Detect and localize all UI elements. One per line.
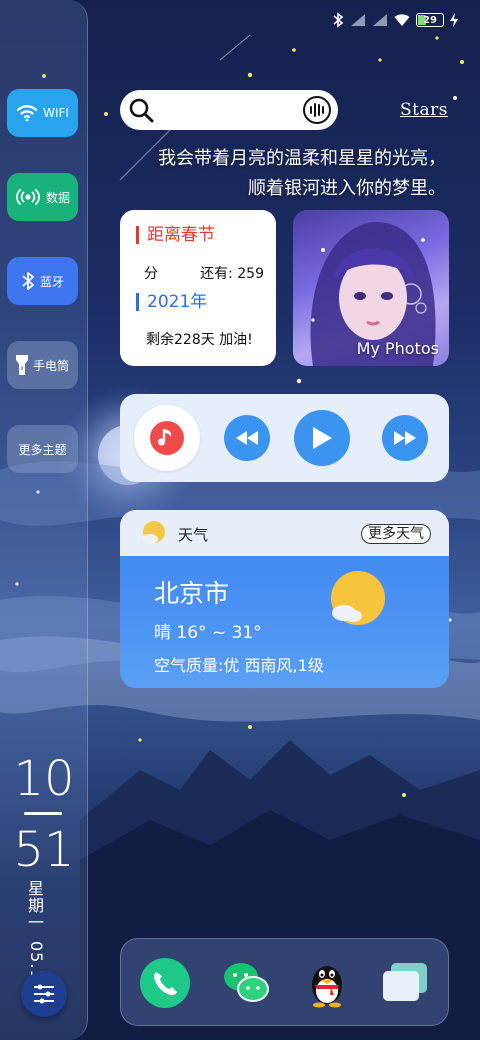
countdown-days-left: 剩余228天 加油! <box>146 332 253 348</box>
status-bar: 29 <box>280 0 480 40</box>
more-themes-label: 更多主题 <box>18 442 67 457</box>
music-app-button[interactable] <box>134 405 200 471</box>
fast-forward-button[interactable] <box>382 415 428 461</box>
bluetooth-toggle[interactable]: 蓝牙 <box>7 257 78 305</box>
charging-icon <box>450 13 458 27</box>
bluetooth-icon <box>21 271 35 291</box>
voice-icon[interactable] <box>302 95 332 125</box>
wifi-label: WIFI <box>43 106 69 120</box>
clock-hour: 10 <box>13 751 75 807</box>
weather-header-label: 天气 <box>178 526 209 544</box>
search-bar[interactable] <box>120 90 338 130</box>
photo-label: My Photos <box>356 339 439 358</box>
photo-widget[interactable]: My Photos <box>293 210 449 366</box>
sidebar-panel: WIFI 数据 蓝牙 手电筒 更多主题 10 51 星期一 05.17 <box>0 0 88 1040</box>
wechat-app-icon[interactable] <box>221 957 273 1009</box>
stars-link[interactable]: Stars <box>400 100 448 120</box>
more-themes-button[interactable]: 更多主题 <box>7 425 78 473</box>
flashlight-icon <box>15 354 28 376</box>
signal-icon <box>351 14 365 26</box>
wifi-icon <box>16 104 38 122</box>
bluetooth-icon <box>333 12 344 28</box>
equalizer-settings-button[interactable] <box>21 971 67 1017</box>
countdown-row: 分 还有: 259 <box>144 263 264 283</box>
clock-divider <box>24 812 62 815</box>
battery-level: 29 <box>423 14 437 26</box>
more-weather-button[interactable]: 更多天气 <box>361 524 431 544</box>
mobile-data-icon <box>15 189 41 205</box>
wifi-toggle[interactable]: WIFI <box>7 89 78 137</box>
weather-header: 天气 更多天气 <box>120 510 449 556</box>
weather-city: 北京市 <box>154 579 230 608</box>
play-button[interactable] <box>294 410 350 466</box>
music-note-icon <box>150 421 184 455</box>
search-icon[interactable] <box>128 97 154 123</box>
weather-widget[interactable]: 天气 更多天气 北京市 晴 16° ~ 31° 空气质量:优 西南风,1级 <box>120 510 449 688</box>
equalizer-icon <box>34 984 54 1004</box>
countdown-unit: 分 <box>144 266 158 282</box>
quote-line-2: 顺着银河进入你的梦里。 <box>248 178 446 199</box>
partly-sunny-icon <box>331 571 385 625</box>
mobile-data-toggle[interactable]: 数据 <box>7 173 78 221</box>
countdown-remaining: 还有: 259 <box>200 266 264 282</box>
weather-air-quality: 空气质量:优 西南风,1级 <box>154 656 324 675</box>
countdown-widget[interactable]: 距离春节 分 还有: 259 2021年 剩余228天 加油! <box>120 210 276 366</box>
clock-minute: 51 <box>13 822 75 878</box>
fast-forward-icon <box>394 431 416 445</box>
weather-temperature: 晴 16° ~ 31° <box>154 623 262 643</box>
rewind-button[interactable] <box>224 415 270 461</box>
qq-app-icon[interactable] <box>301 957 353 1009</box>
flashlight-toggle[interactable]: 手电筒 <box>7 341 78 389</box>
mobile-data-label: 数据 <box>45 190 70 205</box>
app-dock <box>120 938 449 1026</box>
wifi-icon <box>394 14 410 26</box>
music-player-widget <box>120 394 449 482</box>
phone-app-icon[interactable] <box>139 957 191 1009</box>
battery-icon: 29 <box>416 13 444 27</box>
messages-app-icon[interactable] <box>379 957 431 1009</box>
countdown-year: 2021年 <box>136 293 207 311</box>
signal-icon <box>373 14 387 26</box>
quote-line-1: 我会带着月亮的温柔和星星的光亮， <box>158 148 446 169</box>
play-icon <box>313 427 332 449</box>
date-weekday: 星期一 <box>25 880 44 931</box>
bluetooth-label: 蓝牙 <box>39 274 64 289</box>
rewind-icon <box>236 431 258 445</box>
flashlight-label: 手电筒 <box>32 358 69 373</box>
partly-sunny-icon <box>142 521 165 544</box>
countdown-title: 距离春节 <box>136 226 215 244</box>
